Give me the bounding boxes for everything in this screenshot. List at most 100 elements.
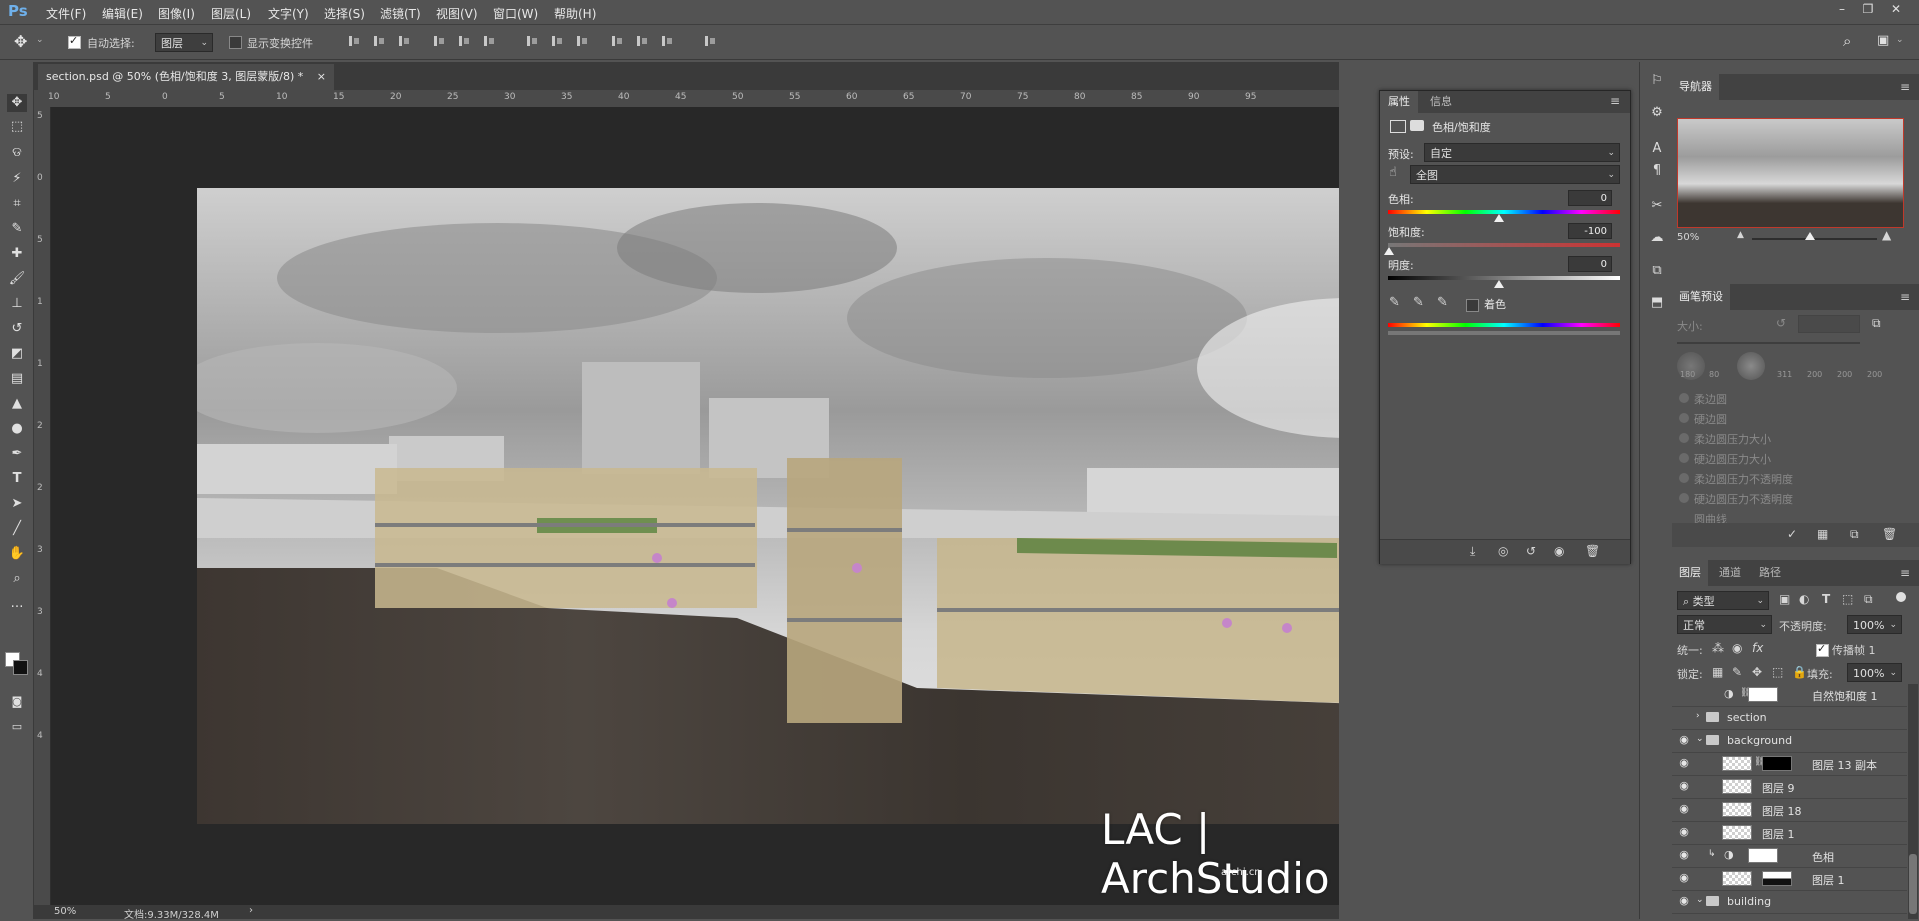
filter-shape-icon[interactable]: ⬚ <box>1842 592 1853 606</box>
lock-position-icon[interactable]: ✥ <box>1752 665 1762 679</box>
tab-paths[interactable]: 路径 <box>1752 560 1788 586</box>
brush-item[interactable]: 柔边圆压力不透明度 <box>1679 471 1793 487</box>
history-icon[interactable]: ⚐ <box>1648 72 1666 90</box>
blur-tool-icon[interactable]: ▲ <box>7 395 27 413</box>
marquee-tool-icon[interactable]: ⬚ <box>7 118 27 136</box>
unify-visibility-icon[interactable]: ◉ <box>1732 641 1742 655</box>
screen-mode-icon[interactable]: ▭ <box>7 718 27 736</box>
zoom-tool-icon[interactable]: ⌕ <box>7 570 27 588</box>
brush-reset-icon[interactable]: ↺ <box>1776 316 1786 330</box>
background-color-swatch[interactable] <box>13 660 28 675</box>
fill-input[interactable]: 100% ⌄ <box>1847 663 1902 682</box>
brush-toggle-icon[interactable]: ✓ <box>1787 527 1797 541</box>
brush-item[interactable]: 硬边圆 <box>1679 411 1727 427</box>
saturation-slider-track[interactable] <box>1388 243 1620 247</box>
auto-select-checkbox[interactable] <box>68 34 81 49</box>
brush-item[interactable]: 柔边圆压力大小 <box>1679 431 1771 447</box>
menu-window[interactable]: 窗口(W) <box>493 5 538 22</box>
clip-to-layer-icon[interactable]: ⤓ <box>1470 544 1475 559</box>
layer-row[interactable]: ◉ 图层 1 <box>1672 822 1907 845</box>
auto-select-target-dropdown[interactable]: 图层 ⌄ <box>155 33 213 52</box>
layer-thumbnail[interactable] <box>1722 825 1752 840</box>
layers-menu-icon[interactable]: ≡ <box>1900 566 1910 580</box>
layers-scrollbar[interactable] <box>1908 684 1918 919</box>
eyedropper-subtract-icon[interactable]: ✎ <box>1437 295 1448 310</box>
navigator-thumbnail[interactable] <box>1677 118 1904 228</box>
lightness-slider-track[interactable] <box>1388 276 1620 280</box>
delete-preset-icon[interactable]: 🗑 <box>1882 527 1897 541</box>
layer-row[interactable]: ◉ ↳ ◑ 色相 <box>1672 845 1907 868</box>
tool-preset-chevron-icon[interactable]: ⌄ <box>36 35 44 45</box>
view-previous-icon[interactable]: ◎ <box>1498 544 1508 558</box>
brush-tool-icon[interactable]: 🖌 <box>7 270 27 288</box>
align-hcenter-icon[interactable] <box>457 34 471 48</box>
mask-icon[interactable] <box>1410 120 1424 131</box>
eyedropper-add-icon[interactable]: ✎ <box>1413 295 1424 310</box>
more-tools-icon[interactable]: … <box>7 595 27 613</box>
move-tool-icon[interactable]: ✥ <box>7 94 27 112</box>
brush-item[interactable]: 圆曲线 <box>1694 511 1727 523</box>
chevron-right-icon[interactable]: › <box>1696 711 1700 721</box>
distribute-left-icon[interactable] <box>610 34 624 48</box>
minimize-button[interactable]: – <box>1831 2 1853 20</box>
layers-scroll-thumb[interactable] <box>1909 854 1917 914</box>
brush-item[interactable]: 柔边圆 <box>1679 391 1727 407</box>
path-select-tool-icon[interactable]: ➤ <box>7 495 27 513</box>
eraser-tool-icon[interactable]: ◩ <box>7 345 27 363</box>
lasso-tool-icon[interactable]: ଡ <box>7 144 27 162</box>
clone-source-icon[interactable]: ⬒ <box>1648 294 1666 312</box>
eye-icon[interactable]: ◉ <box>1678 757 1690 769</box>
lock-transparent-icon[interactable]: ▦ <box>1712 665 1723 679</box>
stamp-tool-icon[interactable]: ⊥ <box>7 295 27 313</box>
magic-wand-tool-icon[interactable]: ⚡ <box>7 170 27 188</box>
filter-toggle-icon[interactable] <box>1896 592 1906 602</box>
distribute-bottom-icon[interactable] <box>575 34 589 48</box>
reset-icon[interactable]: ↺ <box>1526 544 1536 558</box>
tab-brush-presets[interactable]: 画笔预设 <box>1672 284 1730 310</box>
move-tool-icon[interactable]: ✥ <box>14 32 27 51</box>
targeted-adjust-hand-icon[interactable]: ☝ <box>1389 165 1397 180</box>
toggle-visibility-icon[interactable]: ◉ <box>1554 544 1564 558</box>
brush-tip-3[interactable] <box>1737 352 1765 380</box>
filter-adjust-icon[interactable]: ◐ <box>1799 592 1809 606</box>
eye-icon[interactable]: ◉ <box>1678 849 1690 861</box>
eyedropper-tool-icon[interactable]: ✎ <box>7 220 27 238</box>
layer-filter-dropdown[interactable]: ⌕ 类型 ⌄ <box>1677 591 1769 610</box>
eye-icon[interactable]: ◉ <box>1678 803 1690 815</box>
lightness-slider-thumb[interactable] <box>1494 280 1504 288</box>
brush-presets-menu-icon[interactable]: ≡ <box>1900 290 1910 304</box>
align-bottom-icon[interactable] <box>397 34 411 48</box>
layer-mask-thumbnail[interactable] <box>1762 756 1792 771</box>
workspace-chevron-icon[interactable]: ⌄ <box>1896 35 1904 45</box>
menu-edit[interactable]: 编辑(E) <box>102 5 143 22</box>
blend-mode-dropdown[interactable]: 正常 ⌄ <box>1677 615 1772 634</box>
lock-artboard-icon[interactable]: ⬚ <box>1772 665 1783 679</box>
layer-mask-thumbnail[interactable] <box>1748 848 1778 863</box>
close-window-button[interactable]: ✕ <box>1885 2 1907 20</box>
maximize-button[interactable]: ❐ <box>1857 2 1879 20</box>
align-top-icon[interactable] <box>347 34 361 48</box>
quick-mask-icon[interactable]: ◙ <box>7 693 27 711</box>
colorize-checkbox[interactable] <box>1466 298 1479 312</box>
lock-all-icon[interactable]: 🔒 <box>1792 665 1807 679</box>
layer-row[interactable]: ◉ ⌄ background <box>1672 730 1907 753</box>
brush-size-input[interactable] <box>1798 315 1860 333</box>
tab-layers[interactable]: 图层 <box>1672 560 1708 586</box>
brush-size-slider[interactable] <box>1677 342 1860 344</box>
gradient-tool-icon[interactable]: ▤ <box>7 370 27 388</box>
tab-channels[interactable]: 通道 <box>1712 560 1748 586</box>
auto-align-icon[interactable] <box>703 34 717 48</box>
zoom-in-icon[interactable]: ▲ <box>1882 228 1891 242</box>
new-preset-icon[interactable]: ⧉ <box>1850 527 1859 542</box>
eye-icon[interactable]: ◉ <box>1678 895 1690 907</box>
show-transform-checkbox[interactable] <box>229 35 242 49</box>
menu-type[interactable]: 文字(Y) <box>268 5 309 22</box>
menu-select[interactable]: 选择(S) <box>324 5 365 22</box>
saturation-input[interactable]: -100 <box>1568 223 1612 239</box>
dodge-tool-icon[interactable]: ● <box>7 420 27 438</box>
distribute-hcenter-icon[interactable] <box>635 34 649 48</box>
brush-item[interactable]: 硬边圆压力不透明度 <box>1679 491 1793 507</box>
navigator-zoom-thumb[interactable] <box>1805 232 1815 240</box>
layer-thumbnail[interactable] <box>1722 802 1752 817</box>
type-tool-icon[interactable]: T <box>7 470 27 488</box>
